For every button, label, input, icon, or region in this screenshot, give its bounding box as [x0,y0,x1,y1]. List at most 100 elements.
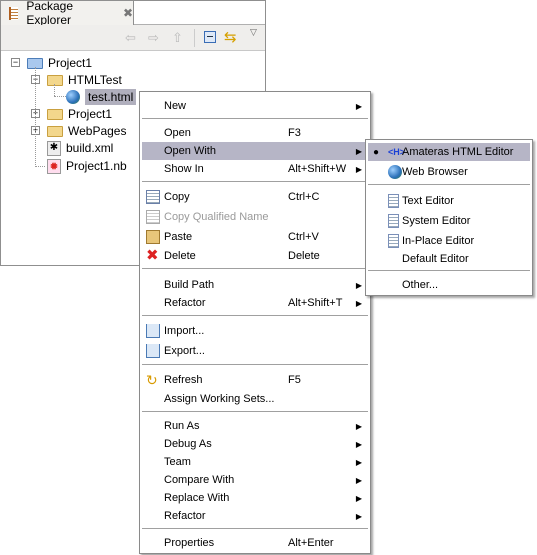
tree-item-label: HTMLTest [68,73,122,87]
package-explorer-icon [9,6,19,20]
tree-connector [54,84,55,96]
menu-item-label: Run As [164,420,200,432]
tab-title: Package Explorer [26,0,74,27]
tree-item[interactable]: ✹ Project1.nb [47,157,127,175]
shortcut: Alt+Shift+W [288,163,347,175]
submenu-arrow-icon: ▶ [355,511,362,521]
export-icon [146,344,160,358]
menu-separator [142,364,368,365]
menu-item-label: Copy Qualified Name [164,211,269,223]
shortcut: F5 [288,374,301,386]
menu-item-label: New [164,100,187,112]
menu-item-label: Team [164,456,191,468]
copy-icon [146,190,160,204]
menu-item-other[interactable]: Other... [368,276,530,294]
refresh-icon: ↻ [146,372,158,388]
menu-separator [142,315,368,316]
menu-item-web-browser[interactable]: Web Browser [368,163,530,181]
folder-icon [47,108,63,120]
menu-item-label: Refresh [164,374,203,386]
menu-separator [368,270,530,271]
menu-item-label: Open With [164,145,216,157]
menu-item-debug-as[interactable]: Debug As ▶ [142,435,368,453]
tree-item[interactable]: ✱ build.xml [47,139,113,157]
menu-item-label: Copy [164,191,190,203]
menu-item-text-editor[interactable]: Text Editor [368,192,530,210]
up-icon[interactable]: ⇧ [172,30,183,46]
tree-connector [35,67,36,167]
menu-item-copy-qualified-name: Copy Qualified Name [142,208,368,226]
menu-item-label: Refactor [164,510,206,522]
text-file-icon [388,214,399,228]
submenu-arrow-icon: ▶ [355,439,362,449]
submenu-arrow-icon: ▶ [355,280,362,290]
menu-item-run-as[interactable]: Run As ▶ [142,417,368,435]
menu-item-open-with[interactable]: Open With ▶ [142,142,368,160]
menu-item-refresh[interactable]: ↻ Refresh F5 [142,371,368,389]
text-file-icon [388,234,399,248]
open-with-submenu: ● <H> Amateras HTML Editor Web Browser Text … [365,139,533,296]
menu-item-label: Other... [402,279,439,291]
menu-item-amateras-html-editor[interactable]: ● <H> Amateras HTML Editor [368,143,530,161]
menu-item-properties[interactable]: Properties Alt+Enter [142,534,368,552]
shortcut: Ctrl+V [288,231,319,243]
html-file-icon [66,90,80,104]
menu-item-new[interactable]: New ▶ [142,97,368,115]
tree-connector [35,166,45,167]
menu-item-paste[interactable]: Paste Ctrl+V [142,228,368,246]
menu-item-refactor[interactable]: Refactor Alt+Shift+T ▶ [142,294,368,312]
menu-separator [142,118,368,119]
shortcut: Alt+Enter [288,537,334,549]
menu-item-refactor[interactable]: Refactor ▶ [142,507,368,525]
menu-item-system-editor[interactable]: System Editor [368,212,530,230]
menu-item-import[interactable]: Import... [142,322,368,340]
submenu-arrow-icon: ▶ [355,421,362,431]
delete-icon: ✖ [146,247,159,264]
menu-item-replace-with[interactable]: Replace With ▶ [142,489,368,507]
import-icon [146,324,160,338]
menu-item-default-editor[interactable]: Default Editor [368,250,530,268]
tree-item[interactable]: test.html [66,88,137,106]
tree-item-label: Project1 [48,56,93,70]
menu-item-delete[interactable]: ✖ Delete Delete [142,247,368,265]
menu-item-label: Refactor [164,297,206,309]
folder-icon [47,125,63,137]
menu-item-label: In-Place Editor [402,235,475,247]
ant-file-icon: ✱ [47,140,61,156]
menu-item-show-in[interactable]: Show In Alt+Shift+W ▶ [142,160,368,178]
menu-item-label: Assign Working Sets... [164,393,275,405]
tree-item-label: Project1 [68,107,113,121]
collapse-toggle[interactable]: − [11,58,20,67]
menu-item-copy[interactable]: Copy Ctrl+C [142,188,368,206]
menu-item-team[interactable]: Team ▶ [142,453,368,471]
back-icon[interactable]: ⇦ [125,30,136,46]
tree-item[interactable]: WebPages [47,122,126,140]
submenu-arrow-icon: ▶ [355,101,362,111]
tree-item-label: build.xml [66,141,114,155]
forward-icon[interactable]: ⇨ [148,30,159,46]
paste-icon [146,230,160,244]
tree-item[interactable]: Project1 [27,54,92,72]
link-with-editor-icon[interactable]: ⇆ [224,28,237,46]
menu-item-assign-working-sets[interactable]: Assign Working Sets... [142,390,368,408]
menu-item-label: Compare With [164,474,235,486]
menu-item-label: Export... [164,345,205,357]
tree-item[interactable]: HTMLTest [47,71,122,89]
menu-item-export[interactable]: Export... [142,342,368,360]
menu-item-open[interactable]: Open F3 [142,124,368,142]
tab-package-explorer[interactable]: Package Explorer ✖ [1,0,134,27]
tree-item[interactable]: Project1 [47,105,112,123]
collapse-all-icon[interactable] [204,31,216,43]
copy-qualified-icon [146,210,160,224]
menu-item-compare-with[interactable]: Compare With ▶ [142,471,368,489]
menu-item-build-path[interactable]: Build Path ▶ [142,276,368,294]
folder-icon [47,74,63,86]
shortcut: F3 [288,127,301,139]
view-toolbar: ⇦ ⇨ ⇧ ⇆ ▽ [1,25,265,51]
close-icon[interactable]: ✖ [123,6,133,20]
view-menu-icon[interactable]: ▽ [250,27,257,38]
menu-item-label: Amateras HTML Editor [402,146,514,158]
menu-item-label: Show In [164,163,204,175]
menu-item-in-place-editor[interactable]: In-Place Editor [368,232,530,250]
tree-item-label: WebPages [68,124,127,138]
